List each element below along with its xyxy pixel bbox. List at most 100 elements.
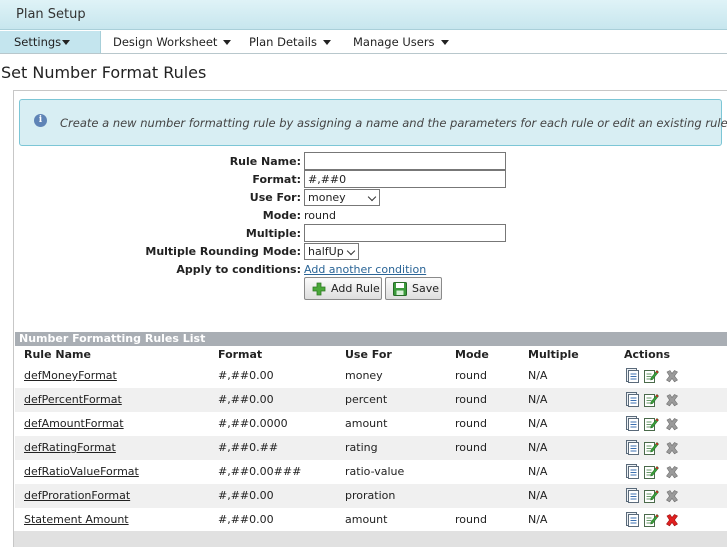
use-for-value: money	[308, 191, 346, 204]
format-cell: #,##0.0000	[218, 417, 288, 430]
col-actions: Actions	[624, 348, 670, 361]
use-for-cell: proration	[345, 489, 396, 502]
format-cell: #,##0.##	[218, 441, 279, 454]
save-button[interactable]: Save	[385, 277, 442, 300]
edit-pencil-icon[interactable]	[644, 440, 659, 455]
multiple-cell: N/A	[528, 489, 548, 502]
mode-value: round	[304, 209, 336, 222]
document-view-icon[interactable]	[626, 368, 640, 383]
green-plus-icon	[312, 282, 326, 296]
document-view-icon[interactable]	[626, 440, 640, 455]
delete-x-icon	[665, 489, 679, 504]
menu-manage-users-label: Manage Users	[353, 35, 435, 49]
rule-name-link[interactable]: defAmountFormat	[24, 417, 124, 430]
table-row: defAmountFormat #,##0.0000 amount round N/A	[15, 412, 727, 436]
col-rule-name: Rule Name	[24, 348, 91, 361]
app-title: Plan Setup	[16, 7, 86, 22]
multiple-cell: N/A	[528, 369, 548, 382]
menu-settings-label: Settings	[14, 35, 62, 49]
add-rule-button[interactable]: Add Rule	[304, 277, 382, 300]
mode-cell: round	[455, 369, 487, 382]
use-for-label: Use For:	[249, 191, 301, 204]
rounding-mode-select[interactable]: halfUp	[304, 243, 359, 260]
rule-name-link[interactable]: Statement Amount	[24, 513, 129, 526]
menu-settings[interactable]: Settings	[0, 31, 101, 53]
use-for-cell: rating	[345, 441, 378, 454]
mode-label: Mode:	[262, 209, 301, 222]
delete-x-icon	[665, 369, 679, 384]
app-header: Plan Setup	[0, 0, 727, 30]
menu-design-worksheet[interactable]: Design Worksheet	[113, 31, 232, 53]
multiple-cell: N/A	[528, 465, 548, 478]
table-row: defProrationFormat #,##0.00 proration N/A	[15, 484, 727, 508]
edit-pencil-icon[interactable]	[644, 368, 659, 383]
save-label: Save	[412, 282, 440, 295]
col-use-for: Use For	[345, 348, 392, 361]
page-title: Set Number Format Rules	[1, 63, 207, 82]
add-rule-label: Add Rule	[331, 282, 380, 295]
delete-x-icon	[665, 441, 679, 456]
panel-footer	[14, 531, 727, 547]
chevron-down-icon	[323, 40, 331, 45]
edit-pencil-icon[interactable]	[644, 392, 659, 407]
rule-name-link[interactable]: defMoneyFormat	[24, 369, 117, 382]
document-view-icon[interactable]	[626, 488, 640, 503]
rule-name-label: Rule Name:	[229, 155, 301, 168]
format-cell: #,##0.00	[218, 369, 274, 382]
edit-pencil-icon[interactable]	[644, 416, 659, 431]
table-row: defRatioValueFormat #,##0.00### ratio-valu…	[15, 460, 727, 484]
rule-name-input[interactable]	[304, 152, 506, 170]
multiple-cell: N/A	[528, 441, 548, 454]
col-mode: Mode	[455, 348, 489, 361]
menu-bar: Settings Design Worksheet Plan Details M…	[0, 31, 727, 54]
edit-pencil-icon[interactable]	[644, 512, 659, 527]
multiple-label: Multiple:	[245, 227, 301, 240]
rule-name-link[interactable]: defRatingFormat	[24, 441, 116, 454]
chevron-down-icon	[346, 246, 356, 256]
info-message: i Create a new number formatting rule by…	[19, 99, 727, 146]
menu-design-worksheet-label: Design Worksheet	[113, 35, 218, 49]
document-view-icon[interactable]	[626, 512, 640, 527]
use-for-select[interactable]: money	[304, 189, 380, 206]
delete-x-icon	[665, 393, 679, 408]
add-condition-link[interactable]: Add another condition	[304, 263, 426, 276]
use-for-cell: ratio-value	[345, 465, 405, 478]
menu-manage-users[interactable]: Manage Users	[353, 31, 449, 53]
delete-x-icon	[665, 465, 679, 480]
delete-x-icon[interactable]	[665, 513, 679, 528]
delete-x-icon	[665, 417, 679, 432]
format-cell: #,##0.00###	[218, 465, 302, 478]
floppy-disk-icon	[393, 282, 407, 296]
rule-name-link[interactable]: defPercentFormat	[24, 393, 122, 406]
format-label: Format:	[252, 173, 301, 186]
rule-name-link[interactable]: defProrationFormat	[24, 489, 130, 502]
info-text: Create a new number formatting rule by a…	[60, 116, 727, 130]
document-view-icon[interactable]	[626, 464, 640, 479]
use-for-cell: percent	[345, 393, 388, 406]
rounding-mode-value: halfUp	[308, 245, 344, 258]
table-title: Number Formatting Rules List	[15, 332, 727, 346]
edit-pencil-icon[interactable]	[644, 488, 659, 503]
info-icon: i	[34, 114, 47, 127]
table-row: defRatingFormat #,##0.## rating round N/A	[15, 436, 727, 460]
chevron-down-icon	[223, 40, 232, 45]
table-row: defMoneyFormat #,##0.00 money round N/A	[15, 364, 727, 388]
chevron-down-icon	[440, 40, 449, 45]
menu-plan-details[interactable]: Plan Details	[249, 31, 331, 53]
mode-cell: round	[455, 393, 487, 406]
document-view-icon[interactable]	[626, 392, 640, 407]
document-view-icon[interactable]	[626, 416, 640, 431]
chevron-down-icon	[62, 40, 70, 45]
multiple-input[interactable]	[304, 224, 506, 242]
table-row: Statement Amount #,##0.00 amount round N/A	[15, 508, 727, 532]
use-for-cell: amount	[345, 513, 388, 526]
rounding-mode-label: Multiple Rounding Mode:	[145, 245, 301, 258]
chevron-down-icon	[367, 192, 377, 202]
format-cell: #,##0.00	[218, 513, 274, 526]
rule-name-link[interactable]: defRatioValueFormat	[24, 465, 139, 478]
format-input[interactable]	[304, 170, 506, 188]
edit-pencil-icon[interactable]	[644, 464, 659, 479]
multiple-cell: N/A	[528, 417, 548, 430]
format-cell: #,##0.00	[218, 393, 274, 406]
mode-cell: round	[455, 417, 487, 430]
